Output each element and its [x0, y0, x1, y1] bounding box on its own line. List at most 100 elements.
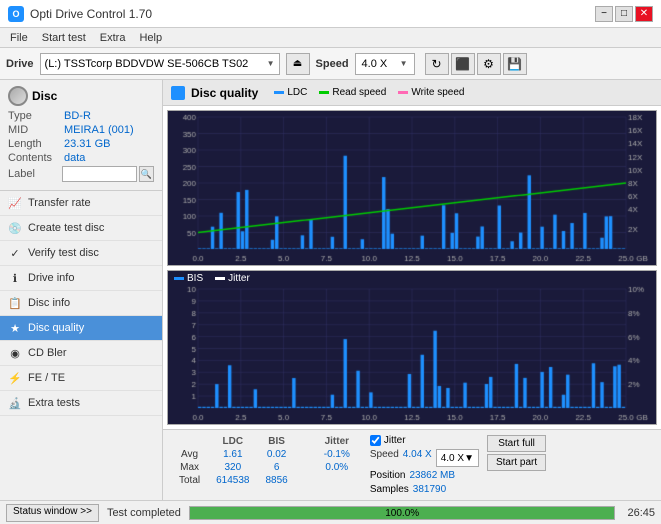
stats-avg-row: Avg 1.61 0.02 -0.1% — [171, 448, 358, 461]
sidebar-item-transfer-rate[interactable]: 📈 Transfer rate — [0, 191, 162, 216]
sidebar-item-label-drive-info: Drive info — [28, 272, 74, 284]
length-value: 23.31 GB — [64, 138, 110, 150]
sidebar-item-cd-bler[interactable]: ◉ CD Bler — [0, 341, 162, 366]
legend-read-speed-label: Read speed — [332, 87, 386, 98]
minimize-button[interactable]: − — [595, 6, 613, 22]
samples-row: Samples 381790 — [370, 484, 479, 495]
close-button[interactable]: ✕ — [635, 6, 653, 22]
type-label: Type — [8, 110, 64, 122]
panel-icon — [171, 86, 185, 100]
sidebar-item-extra-tests[interactable]: 🔬 Extra tests — [0, 391, 162, 416]
drivebar: Drive (L:) TSSTcorp BDDVDW SE-506CB TS02… — [0, 48, 661, 80]
statusbar: Status window >> Test completed 100.0% 2… — [0, 500, 661, 524]
menu-start-test[interactable]: Start test — [36, 31, 92, 45]
sidebar-item-fe-te[interactable]: ⚡ FE / TE — [0, 366, 162, 391]
mid-value: MEIRA1 (001) — [64, 124, 134, 136]
fe-te-icon: ⚡ — [8, 371, 22, 385]
drive-select[interactable]: (L:) TSSTcorp BDDVDW SE-506CB TS02 ▼ — [40, 53, 280, 75]
drive-label: Drive — [6, 58, 34, 70]
toolbar-icons: ↻ ⬛ ⚙ 💾 — [425, 53, 527, 75]
speed-stats-select-text: 4.0 X — [441, 453, 464, 464]
progress-text: 100.0% — [190, 507, 615, 521]
sidebar-item-label-cd-bler: CD Bler — [28, 347, 67, 359]
panel-title: Disc quality — [191, 86, 258, 100]
speed-stats-select[interactable]: 4.0 X ▼ — [436, 449, 479, 467]
chart-legend-1: LDC Read speed Write speed — [274, 87, 464, 98]
disc-section-label: Disc — [32, 89, 57, 103]
max-ldc: 320 — [208, 461, 257, 474]
total-bis: 8856 — [258, 474, 296, 487]
position-row: Position 23862 MB — [370, 470, 479, 481]
max-label: Max — [171, 461, 208, 474]
menu-extra[interactable]: Extra — [94, 31, 132, 45]
disc-label-button[interactable]: 🔍 — [139, 166, 154, 182]
sidebar-item-disc-info[interactable]: 📋 Disc info — [0, 291, 162, 316]
status-window-button[interactable]: Status window >> — [6, 504, 99, 522]
main-layout: Disc Type BD-R MID MEIRA1 (001) Length 2… — [0, 80, 661, 500]
bis-label: BIS — [187, 273, 203, 284]
titlebar-controls: − □ ✕ — [595, 6, 653, 22]
menu-file[interactable]: File — [4, 31, 34, 45]
settings-icon[interactable]: ⚙ — [477, 53, 501, 75]
sidebar-item-drive-info[interactable]: ℹ Drive info — [0, 266, 162, 291]
menu-help[interactable]: Help — [133, 31, 168, 45]
maximize-button[interactable]: □ — [615, 6, 633, 22]
read-speed-color-dot — [319, 91, 329, 94]
legend-ldc: LDC — [274, 87, 307, 98]
eject-button[interactable]: ⏏ — [286, 53, 310, 75]
drive-info-icon: ℹ — [8, 271, 22, 285]
progress-bar-container: 100.0% — [189, 506, 616, 520]
disc-fields: Type BD-R MID MEIRA1 (001) Length 23.31 … — [8, 110, 154, 182]
jitter-checkbox-item: Jitter — [370, 435, 479, 446]
samples-label: Samples — [370, 484, 409, 495]
drive-select-arrow-icon: ▼ — [267, 59, 275, 68]
ldc-chart — [168, 111, 656, 265]
speed-select-text: 4.0 X — [362, 58, 400, 70]
total-jitter — [316, 474, 358, 487]
refresh-icon[interactable]: ↻ — [425, 53, 449, 75]
contents-label: Contents — [8, 152, 64, 164]
sidebar-item-label-transfer-rate: Transfer rate — [28, 197, 91, 209]
disc-label-row: Label 🔍 — [8, 166, 154, 182]
col-header-empty — [171, 435, 208, 448]
bis-legend-jitter: Jitter — [215, 273, 250, 284]
save-icon[interactable]: 💾 — [503, 53, 527, 75]
sidebar-item-verify-test-disc[interactable]: ✓ Verify test disc — [0, 241, 162, 266]
jitter-checkbox[interactable] — [370, 435, 381, 446]
disc-label-input[interactable] — [62, 166, 137, 182]
disc-panel: Disc Type BD-R MID MEIRA1 (001) Length 2… — [0, 80, 162, 191]
sidebar-item-label-fe-te: FE / TE — [28, 372, 65, 384]
disc-length-row: Length 23.31 GB — [8, 138, 154, 150]
avg-jitter: -0.1% — [316, 448, 358, 461]
ldc-color-dot — [274, 91, 284, 94]
create-test-disc-icon: 💿 — [8, 221, 22, 235]
start-full-button[interactable]: Start full — [487, 435, 546, 452]
disc-header: Disc — [8, 86, 154, 106]
sidebar-item-label-verify-test-disc: Verify test disc — [28, 247, 99, 259]
bis-chart — [168, 271, 656, 424]
avg-label: Avg — [171, 448, 208, 461]
total-label: Total — [171, 474, 208, 487]
start-part-button[interactable]: Start part — [487, 454, 546, 471]
speed-select[interactable]: 4.0 X ▼ — [355, 53, 415, 75]
charts-area: BIS Jitter — [163, 106, 661, 429]
type-value: BD-R — [64, 110, 91, 122]
bis-legend: BIS Jitter — [174, 273, 250, 284]
max-spacer — [296, 461, 316, 474]
stats-total-row: Total 614538 8856 — [171, 474, 358, 487]
sidebar-item-disc-quality[interactable]: ★ Disc quality — [0, 316, 162, 341]
panel-header: Disc quality LDC Read speed Write speed — [163, 80, 661, 106]
speed-label: Speed — [316, 58, 349, 70]
max-jitter: 0.0% — [316, 461, 358, 474]
titlebar: O Opti Drive Control 1.70 − □ ✕ — [0, 0, 661, 28]
disc-contents-row: Contents data — [8, 152, 154, 164]
position-label: Position — [370, 470, 406, 481]
stats-inner: LDC BIS Jitter Avg 1.61 0.02 -0.1% — [169, 432, 548, 498]
col-header-spacer — [296, 435, 316, 448]
stop-icon[interactable]: ⬛ — [451, 53, 475, 75]
sidebar-item-create-test-disc[interactable]: 💿 Create test disc — [0, 216, 162, 241]
ldc-chart-container — [167, 110, 657, 266]
mid-label: MID — [8, 124, 64, 136]
disc-quality-icon: ★ — [8, 321, 22, 335]
contents-value: data — [64, 152, 85, 164]
